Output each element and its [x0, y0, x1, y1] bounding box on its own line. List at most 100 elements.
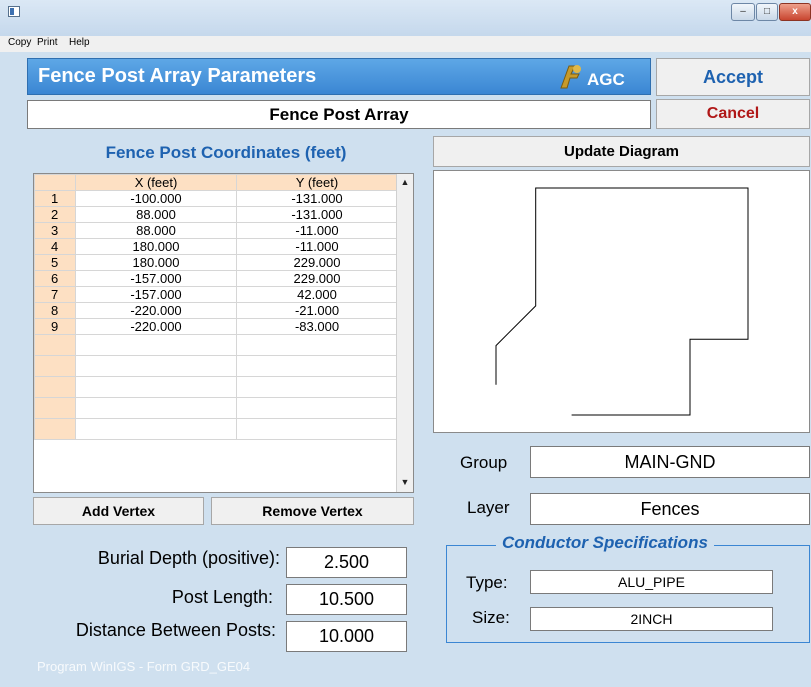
coordinates-table: X (feet) Y (feet) 1 -100.000 -131.000 2 88.0… [33, 173, 414, 493]
table-row-empty[interactable] [34, 334, 398, 356]
group-label: Group [460, 453, 508, 472]
add-vertex-button[interactable]: Add Vertex [33, 497, 204, 525]
x-coordinate-cell[interactable]: -157.000 [75, 270, 237, 287]
coordinates-title: Fence Post Coordinates (feet) [105, 143, 347, 162]
fence-outline [495, 187, 749, 416]
minimize-button[interactable]: – [731, 3, 755, 21]
y-coordinate-cell[interactable]: 229.000 [236, 254, 398, 271]
x-coordinate-cell[interactable]: 180.000 [75, 254, 237, 271]
y-coordinate-cell[interactable]: -83.000 [236, 318, 398, 335]
y-coordinate-cell[interactable]: -131.000 [236, 190, 398, 207]
conductor-type-label: Type: [466, 573, 508, 592]
x-coordinate-cell[interactable]: 88.000 [75, 206, 237, 223]
menu-help[interactable]: Help [69, 37, 90, 48]
row-index-cell: 8 [34, 302, 76, 319]
table-scrollbar[interactable]: ▲ ▼ [396, 174, 413, 492]
table-row[interactable]: 1 -100.000 -131.000 [34, 190, 398, 207]
x-coordinate-cell[interactable]: -157.000 [75, 286, 237, 303]
row-index-cell: 3 [34, 222, 76, 239]
empty-cell [34, 376, 76, 398]
row-index-cell: 2 [34, 206, 76, 223]
empty-cell[interactable] [236, 355, 398, 377]
accept-button[interactable]: Accept [656, 58, 810, 96]
x-coordinate-cell[interactable]: -220.000 [75, 318, 237, 335]
x-coordinate-cell[interactable]: 180.000 [75, 238, 237, 255]
fence-diagram-canvas [495, 187, 749, 416]
empty-cell[interactable] [75, 355, 237, 377]
empty-cell[interactable] [236, 397, 398, 419]
table-row-empty[interactable] [34, 355, 398, 377]
table-row[interactable]: 5 180.000 229.000 [34, 254, 398, 271]
empty-cell [34, 397, 76, 419]
conductor-size-label: Size: [472, 608, 510, 627]
table-row-empty[interactable] [34, 397, 398, 419]
update-diagram-button[interactable]: Update Diagram [433, 136, 810, 167]
table-row[interactable]: 7 -157.000 42.000 [34, 286, 398, 303]
empty-cell [34, 418, 76, 440]
column-header-x: X (feet) [75, 174, 237, 191]
empty-cell[interactable] [236, 334, 398, 356]
empty-cell [34, 334, 76, 356]
distance-between-posts-label: Distance Between Posts: [75, 620, 276, 640]
group-field[interactable]: MAIN-GND [530, 446, 810, 478]
y-coordinate-cell[interactable]: -131.000 [236, 206, 398, 223]
row-index-cell: 7 [34, 286, 76, 303]
table-row[interactable]: 4 180.000 -11.000 [34, 238, 398, 255]
agc-logo-icon [560, 65, 581, 89]
logo-text: AGC [587, 70, 625, 89]
table-row[interactable]: 6 -157.000 229.000 [34, 270, 398, 287]
footer-program-label: Program WinIGS - Form GRD_GE04 [37, 659, 251, 674]
header-bar: Fence Post Array Parameters AGC [27, 58, 651, 95]
app-icon [8, 6, 20, 17]
y-coordinate-cell[interactable]: -11.000 [236, 222, 398, 239]
post-length-field[interactable]: 10.500 [286, 584, 407, 615]
x-coordinate-cell[interactable]: -100.000 [75, 190, 237, 207]
column-header-index [34, 174, 76, 191]
remove-vertex-button[interactable]: Remove Vertex [211, 497, 414, 525]
conductor-type-field[interactable]: ALU_PIPE [530, 570, 773, 594]
table-row[interactable]: 2 88.000 -131.000 [34, 206, 398, 223]
close-button[interactable]: x [779, 3, 811, 21]
menu-bar: Copy Print Help [0, 36, 811, 52]
burial-depth-label: Burial Depth (positive): [97, 548, 280, 568]
empty-cell[interactable] [75, 418, 237, 440]
table-row[interactable]: 9 -220.000 -83.000 [34, 318, 398, 335]
row-index-cell: 6 [34, 270, 76, 287]
post-length-label: Post Length: [171, 587, 273, 607]
title-bar: – □ x [0, 0, 811, 36]
x-coordinate-cell[interactable]: -220.000 [75, 302, 237, 319]
empty-cell[interactable] [75, 334, 237, 356]
conductor-specifications-title: Conductor Specifications [496, 533, 714, 553]
empty-cell[interactable] [236, 376, 398, 398]
maximize-button[interactable]: □ [756, 3, 778, 21]
cancel-button[interactable]: Cancel [656, 99, 810, 129]
y-coordinate-cell[interactable]: -11.000 [236, 238, 398, 255]
y-coordinate-cell[interactable]: 42.000 [236, 286, 398, 303]
empty-cell[interactable] [236, 418, 398, 440]
table-row-empty[interactable] [34, 376, 398, 398]
y-coordinate-cell[interactable]: 229.000 [236, 270, 398, 287]
menu-copy[interactable]: Copy [8, 37, 31, 48]
row-index-cell: 5 [34, 254, 76, 271]
y-coordinate-cell[interactable]: -21.000 [236, 302, 398, 319]
empty-cell[interactable] [75, 397, 237, 419]
distance-between-posts-field[interactable]: 10.000 [286, 621, 407, 652]
table-header-row: X (feet) Y (feet) [34, 174, 398, 191]
conductor-size-field[interactable]: 2INCH [530, 607, 773, 631]
layer-field[interactable]: Fences [530, 493, 810, 525]
table-row-empty[interactable] [34, 418, 398, 440]
burial-depth-field[interactable]: 2.500 [286, 547, 407, 578]
x-coordinate-cell[interactable]: 88.000 [75, 222, 237, 239]
layer-label: Layer [467, 498, 510, 517]
column-header-y: Y (feet) [236, 174, 398, 191]
scroll-up-arrow-icon[interactable]: ▲ [397, 174, 413, 190]
array-name-field[interactable]: Fence Post Array [27, 100, 651, 129]
row-index-cell: 4 [34, 238, 76, 255]
empty-cell[interactable] [75, 376, 237, 398]
table-row[interactable]: 3 88.000 -11.000 [34, 222, 398, 239]
empty-cell [34, 355, 76, 377]
scroll-down-arrow-icon[interactable]: ▼ [397, 474, 413, 490]
fence-diagram [433, 170, 810, 433]
table-row[interactable]: 8 -220.000 -21.000 [34, 302, 398, 319]
menu-print[interactable]: Print [37, 37, 58, 48]
